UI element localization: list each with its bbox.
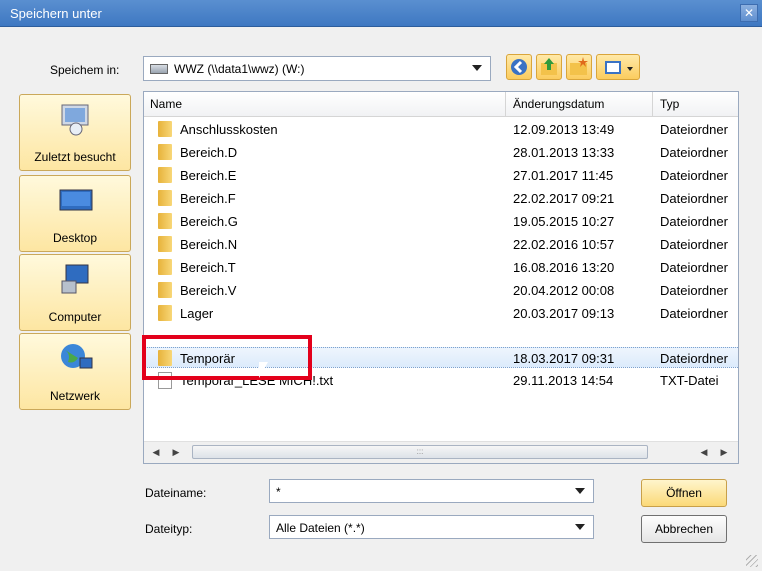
network-icon xyxy=(61,344,93,369)
save-in-value: WWZ (\\data1\wwz) (W:) xyxy=(174,62,305,76)
list-item[interactable]: Bereich.N 22.02.2016 10:57 Dateiordner xyxy=(144,234,738,255)
filetype-select[interactable]: Alle Dateien (*.*) xyxy=(269,515,594,539)
column-name[interactable]: Name xyxy=(150,97,182,111)
close-button[interactable]: ✕ xyxy=(740,4,758,22)
scroll-left-icon[interactable]: ◀ xyxy=(696,445,712,459)
filename-input[interactable]: * xyxy=(269,479,594,503)
folder-icon xyxy=(158,190,172,206)
place-recent[interactable]: Zuletzt besucht xyxy=(19,94,131,171)
column-header: Name Änderungsdatum Typ xyxy=(144,92,738,117)
list-item[interactable]: Bereich.D 28.01.2013 13:33 Dateiordner xyxy=(144,142,738,163)
computer-icon xyxy=(61,264,89,294)
places-bar: Zuletzt besucht Desktop Computer Netzwer… xyxy=(17,91,133,413)
cancel-button[interactable]: Abbrechen xyxy=(641,515,727,543)
scroll-left-icon[interactable]: ◀ xyxy=(148,445,164,459)
chevron-down-icon[interactable] xyxy=(472,65,482,71)
place-network[interactable]: Netzwerk xyxy=(19,333,131,410)
window-title: Speichern unter xyxy=(10,6,102,21)
folder-icon xyxy=(158,305,172,321)
save-in-combo[interactable]: WWZ (\\data1\wwz) (W:) xyxy=(143,56,491,81)
place-label: Computer xyxy=(48,310,102,324)
list-item[interactable]: Bereich.V 20.04.2012 00:08 Dateiordner xyxy=(144,280,738,301)
save-in-label: Speichem in: xyxy=(50,63,120,77)
column-divider[interactable] xyxy=(505,92,506,116)
scroll-right-icon[interactable]: ▶ xyxy=(168,445,184,459)
column-divider[interactable] xyxy=(652,92,653,116)
folder-icon xyxy=(158,213,172,229)
column-type[interactable]: Typ xyxy=(660,97,679,111)
horizontal-scrollbar[interactable]: ◀ ▶ ::: ◀ ▶ xyxy=(144,441,738,463)
list-item[interactable]: Bereich.F 22.02.2017 09:21 Dateiordner xyxy=(144,188,738,209)
filename-label: Dateiname: xyxy=(145,486,207,500)
list-item[interactable]: Bereich.E 27.01.2017 11:45 Dateiordner xyxy=(144,165,738,186)
folder-icon xyxy=(158,144,172,160)
up-folder-icon[interactable] xyxy=(536,54,562,80)
desktop-icon xyxy=(59,189,93,211)
toolbar xyxy=(506,54,642,82)
filename-value: * xyxy=(276,485,281,499)
list-item[interactable]: Bereich.G 19.05.2015 10:27 Dateiordner xyxy=(144,211,738,232)
new-folder-icon[interactable] xyxy=(566,54,592,80)
back-icon[interactable] xyxy=(506,54,532,80)
scroll-right-icon[interactable]: ▶ xyxy=(716,445,732,459)
resize-grip-icon[interactable] xyxy=(746,555,758,567)
scroll-thumb[interactable]: ::: xyxy=(192,445,648,459)
chevron-down-icon[interactable] xyxy=(575,524,585,530)
place-label: Netzwerk xyxy=(49,389,100,403)
column-date[interactable]: Änderungsdatum xyxy=(513,97,604,111)
list-item[interactable]: Lager 20.03.2017 09:13 Dateiordner xyxy=(144,303,738,324)
title-bar: Speichern unter ✕ xyxy=(0,0,762,27)
folder-icon xyxy=(158,282,172,298)
folder-icon xyxy=(158,236,172,252)
filetype-value: Alle Dateien (*.*) xyxy=(276,521,365,535)
folder-icon xyxy=(158,121,172,137)
folder-icon xyxy=(158,167,172,183)
open-button[interactable]: Öffnen xyxy=(641,479,727,507)
place-label: Desktop xyxy=(52,231,98,245)
list-item[interactable]: Bereich.T 16.08.2016 13:20 Dateiordner xyxy=(144,257,738,278)
file-list[interactable]: Name Änderungsdatum Typ Anschlusskosten 1… xyxy=(143,91,739,464)
network-drive-icon xyxy=(150,64,168,74)
chevron-down-icon[interactable] xyxy=(575,488,585,494)
filetype-label: Dateityp: xyxy=(145,522,193,536)
mouse-cursor-icon xyxy=(259,362,268,378)
highlight-box xyxy=(142,335,312,380)
place-desktop[interactable]: Desktop xyxy=(19,175,131,252)
recent-icon xyxy=(61,104,89,136)
place-computer[interactable]: Computer xyxy=(19,254,131,331)
folder-icon xyxy=(158,259,172,275)
place-label: Zuletzt besucht xyxy=(34,150,116,164)
list-item[interactable]: Anschlusskosten 12.09.2013 13:49 Dateiordn… xyxy=(144,119,738,140)
view-menu-icon[interactable] xyxy=(596,54,640,80)
